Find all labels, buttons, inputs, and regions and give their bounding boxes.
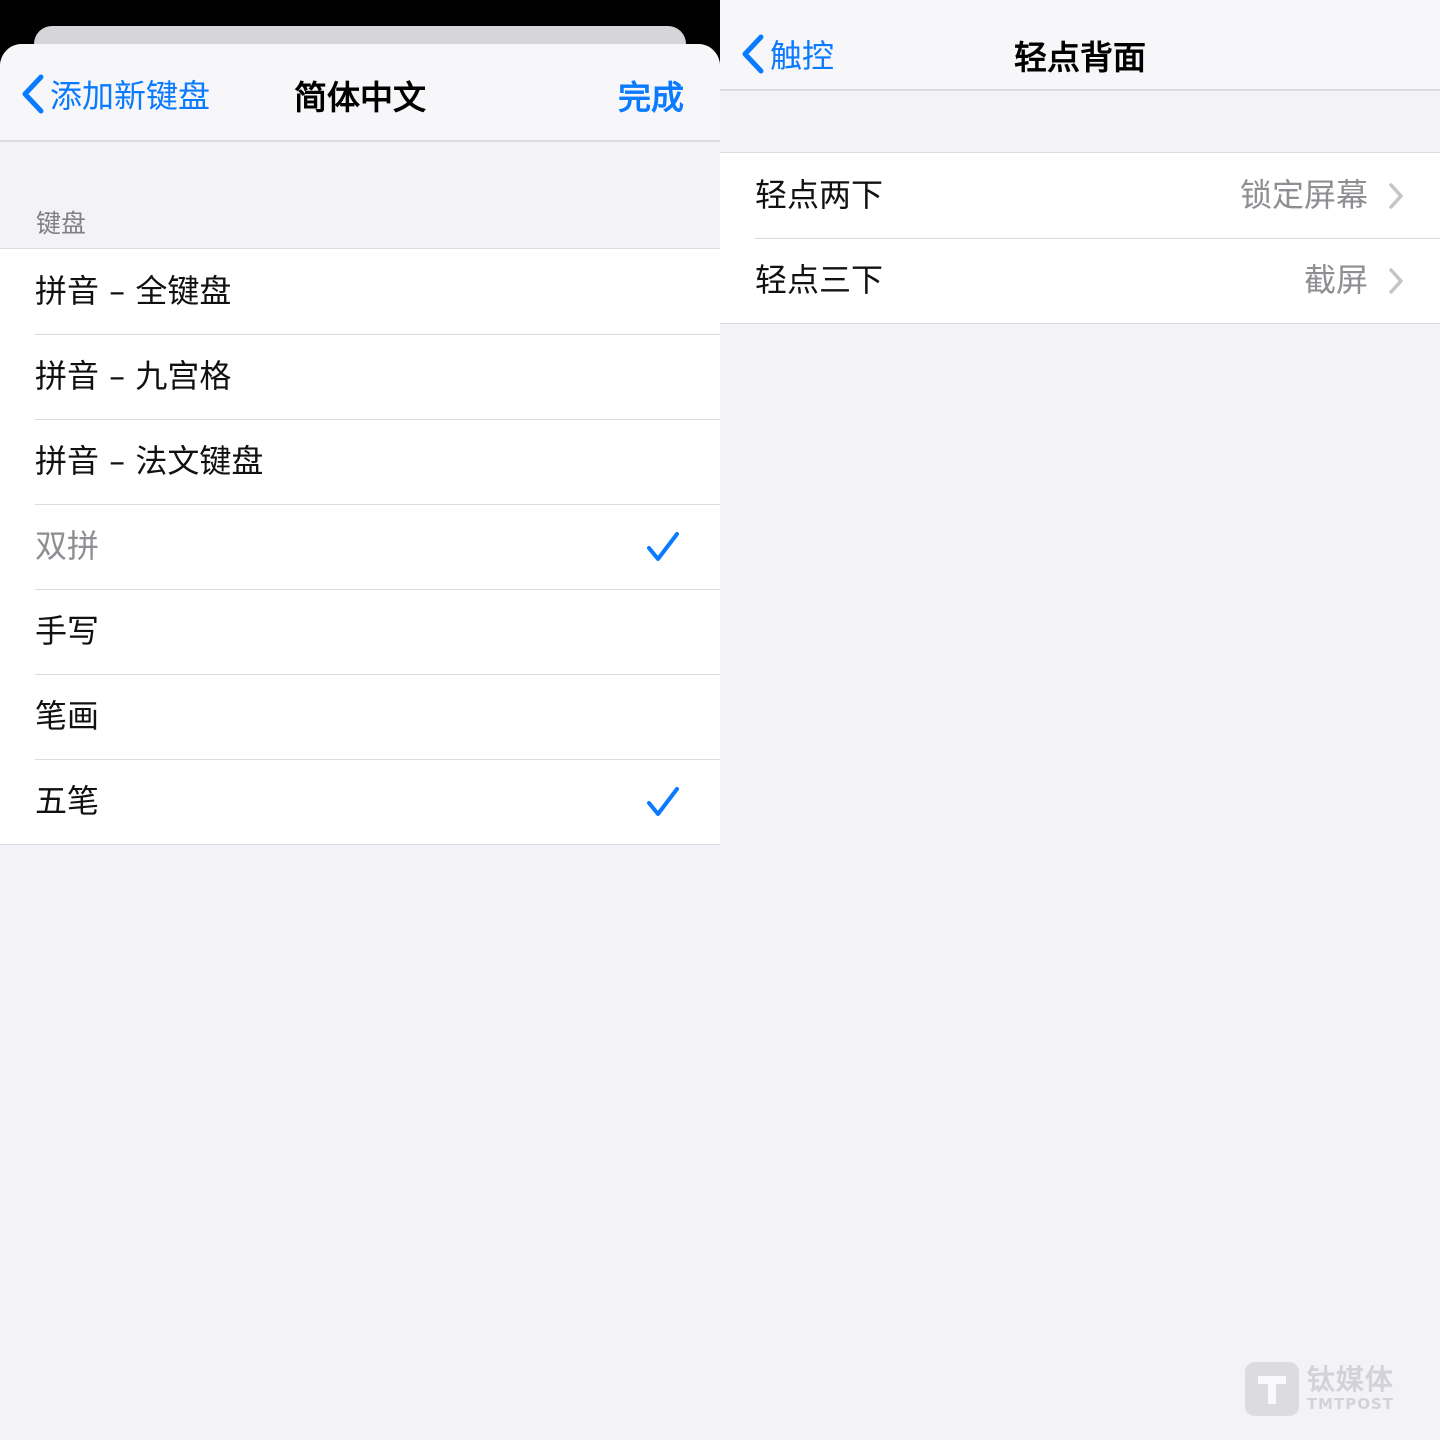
navigation-bar: 触控 轻点背面 (720, 0, 1440, 91)
checkmark-icon (646, 785, 680, 823)
tmtpost-logo-icon (1244, 1362, 1299, 1416)
keyboard-row-shuangpin[interactable]: 双拼 (0, 504, 720, 589)
section-header-keyboard: 键盘 (36, 209, 87, 238)
chevron-right-icon (1388, 267, 1404, 299)
back-tap-settings-panel: 触控 轻点背面 轻点两下 锁定屏幕 轻点三下 截屏 钛媒体 TMTPOST (720, 0, 1440, 1440)
keyboard-row-wubi[interactable]: 五笔 (0, 759, 720, 844)
keyboard-row-pinyin-full[interactable]: 拼音 – 全键盘 (0, 249, 720, 334)
watermark: 钛媒体 TMTPOST (1244, 1362, 1394, 1416)
watermark-en: TMTPOST (1306, 1395, 1394, 1413)
row-value: 截屏 (1303, 261, 1368, 299)
row-triple-tap[interactable]: 轻点三下 截屏 (720, 238, 1440, 323)
keyboard-row-pinyin-9key[interactable]: 拼音 – 九宫格 (0, 334, 720, 419)
row-label: 拼音 – 法文键盘 (35, 442, 264, 480)
row-double-tap[interactable]: 轻点两下 锁定屏幕 (720, 153, 1440, 238)
row-label: 拼音 – 九宫格 (35, 357, 232, 395)
keyboard-list: 拼音 – 全键盘 拼音 – 九宫格 拼音 – 法文键盘 双拼 手写 笔画 五笔 (0, 248, 720, 845)
keyboard-row-pinyin-french[interactable]: 拼音 – 法文键盘 (0, 419, 720, 504)
navigation-bar: 添加新键盘 简体中文 完成 (0, 44, 720, 142)
chevron-right-icon (1388, 182, 1404, 214)
page-title: 轻点背面 (1014, 38, 1146, 77)
page-title: 简体中文 (294, 78, 426, 117)
keyboard-row-stroke[interactable]: 笔画 (0, 674, 720, 759)
back-tap-list: 轻点两下 锁定屏幕 轻点三下 截屏 (720, 152, 1440, 324)
watermark-cn: 钛媒体 (1306, 1363, 1394, 1396)
row-label: 手写 (35, 612, 100, 650)
row-label: 双拼 (35, 527, 100, 565)
row-label: 轻点三下 (755, 261, 884, 299)
keyboard-settings-panel: 添加新键盘 简体中文 完成 键盘 拼音 – 全键盘 拼音 – 九宫格 拼音 – … (0, 0, 720, 1440)
keyboard-row-handwriting[interactable]: 手写 (0, 589, 720, 674)
keyboard-sheet: 添加新键盘 简体中文 完成 键盘 拼音 – 全键盘 拼音 – 九宫格 拼音 – … (0, 44, 720, 1440)
row-label: 笔画 (35, 697, 100, 735)
row-value: 锁定屏幕 (1239, 176, 1368, 214)
row-label: 拼音 – 全键盘 (35, 272, 232, 310)
row-label: 五笔 (35, 782, 100, 820)
done-button[interactable]: 完成 (618, 71, 684, 119)
checkmark-icon (646, 530, 680, 568)
row-label: 轻点两下 (755, 176, 884, 214)
